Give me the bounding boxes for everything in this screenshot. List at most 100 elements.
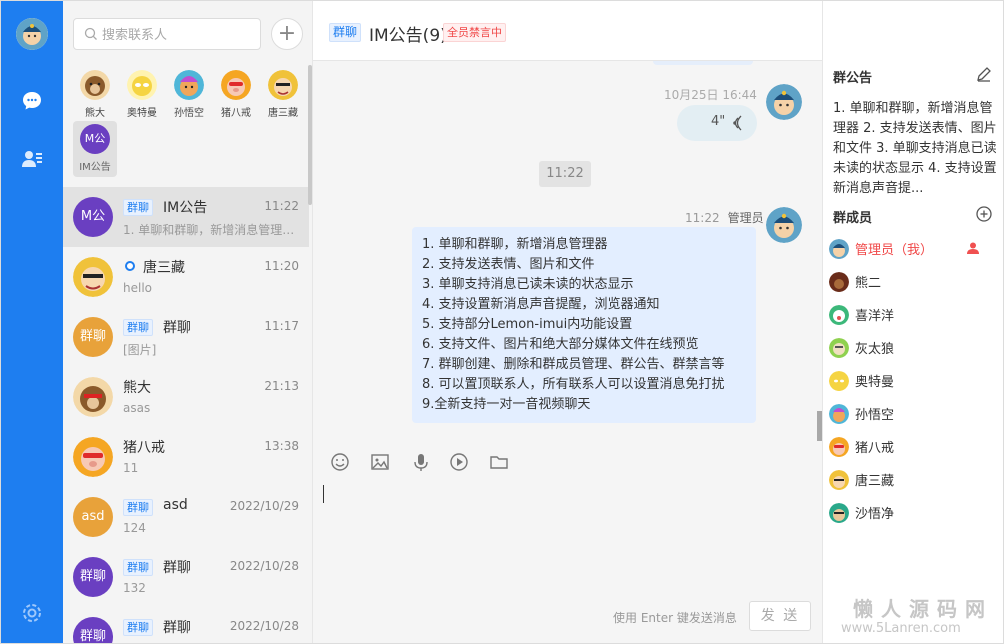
member-item[interactable]: 猪八戒: [829, 431, 1001, 461]
recent-contact-pig[interactable]: 猪八戒: [214, 67, 258, 123]
conversation-item[interactable]: 熊大 21:13 asas: [63, 367, 309, 427]
conversation-preview: asas: [123, 401, 151, 415]
member-item[interactable]: 喜洋洋: [829, 299, 1001, 329]
conversation-name: 群聊: [163, 620, 191, 636]
monkey-avatar: [174, 70, 204, 100]
microphone-icon[interactable]: [410, 451, 432, 473]
video-play-icon[interactable]: [448, 451, 470, 473]
voice-message[interactable]: 4": [677, 105, 757, 141]
member-name: 沙悟净: [855, 507, 895, 522]
message-line: 8. 可以置顶联系人，所有联系人可以设置消息免打扰: [422, 377, 725, 392]
chat-panel: 群聊 IM公告(9) 全员禁言中 10月25日 16:44 4" 11:22 1…: [313, 1, 980, 643]
recent-contact-bear[interactable]: 熊大: [73, 67, 117, 123]
conversation-preview: 124: [123, 521, 146, 535]
image-icon[interactable]: [369, 451, 391, 473]
text-caret: [323, 485, 324, 503]
conversation-item[interactable]: 群聊 群聊 群聊 2022/10/28: [63, 607, 309, 643]
conversation-avatar: asd: [73, 497, 113, 537]
owner-person-icon: [967, 242, 979, 254]
recent-contact-name: 熊大: [85, 108, 105, 119]
conversation-item[interactable]: 唐三藏 11:20 hello: [63, 247, 309, 307]
im-notice-avatar: M公: [80, 124, 110, 154]
message-line: 7. 群聊创建、删除和群成员管理、群公告、群禁言等: [422, 357, 725, 372]
wolf-avatar: [829, 338, 849, 358]
group-notice-text: 1. 单聊和群聊，新增消息管理器 2. 支持发送表情、图片和文件 3. 单聊支持…: [833, 101, 997, 196]
my-avatar[interactable]: [16, 18, 48, 50]
search-box[interactable]: [73, 18, 261, 50]
search-icon: [84, 27, 97, 40]
search-input[interactable]: [102, 25, 252, 45]
conversation-item[interactable]: 猪八戒 13:38 11: [63, 427, 309, 487]
settings-gear-icon[interactable]: [20, 601, 44, 625]
conversation-item[interactable]: 群聊 群聊 群聊 2022/10/28 132: [63, 547, 309, 607]
message-input[interactable]: [313, 481, 822, 591]
bear-avatar: [73, 377, 113, 417]
member-name: 唐三藏: [855, 474, 895, 489]
group-chat-tag: 群聊: [123, 319, 153, 336]
bear-avatar: [829, 272, 849, 292]
folder-icon[interactable]: [488, 451, 510, 473]
conversation-name: 唐三藏: [143, 260, 185, 276]
recent-contact-ultraman[interactable]: 奥特曼: [120, 67, 164, 123]
conversation-time: 11:20: [264, 259, 299, 273]
member-item[interactable]: 沙悟净: [829, 497, 1001, 527]
ultraman-avatar: [127, 70, 157, 100]
monkey-avatar: [829, 404, 849, 424]
contacts-scrollbar[interactable]: [308, 65, 312, 205]
member-item[interactable]: 管理员（我）: [829, 233, 1001, 263]
member-name: 管理员（我）: [855, 243, 934, 258]
member-item[interactable]: 熊二: [829, 266, 1001, 296]
text-message-bubble[interactable]: 1. 单聊和群聊，新增消息管理器 2. 支持发送表情、图片和文件 3. 单聊支持…: [412, 227, 756, 423]
recent-contact-im-notice[interactable]: M公 IM公告: [73, 121, 117, 177]
goat-avatar: [829, 305, 849, 325]
monk-avatar: [73, 257, 113, 297]
emoji-icon[interactable]: [329, 451, 351, 473]
group-chat-tag: 群聊: [123, 619, 153, 636]
conversation-name: 熊大: [123, 380, 151, 396]
conversation-item[interactable]: 群聊 群聊 群聊 11:17 [图片]: [63, 307, 309, 367]
contacts-icon[interactable]: [20, 147, 44, 171]
member-name: 孙悟空: [855, 408, 895, 423]
message-line: 5. 支持部分Lemon-imui内功能设置: [422, 317, 633, 332]
admin-avatar: [829, 239, 849, 259]
conversation-preview: [图片]: [123, 343, 157, 357]
left-nav-rail: [1, 1, 63, 643]
watermark-title: 懒人源码网: [853, 597, 993, 621]
recent-contact-name: 奥特曼: [127, 108, 157, 119]
conversation-name: 猪八戒: [123, 440, 165, 456]
message-area: 10月25日 16:44 4" 11:22 11:22 管理员 1. 单聊和群聊，…: [313, 61, 822, 441]
member-item[interactable]: 灰太狼: [829, 332, 1001, 362]
pencil-edit-icon[interactable]: [975, 65, 993, 83]
send-button[interactable]: 发 送: [749, 601, 811, 631]
conversation-item[interactable]: M公 群聊 IM公告 11:22 1. 单聊和群聊，新增消息管理器 2. 支持发…: [63, 187, 309, 247]
ultraman-avatar: [829, 371, 849, 391]
recent-contact-monk[interactable]: 唐三藏: [261, 67, 305, 123]
chat-bubble-icon[interactable]: [20, 89, 44, 113]
message-line: 1. 单聊和群聊，新增消息管理器: [422, 237, 608, 252]
im-app-window: + 熊大 奥特曼 孙悟空 猪八戒 唐三藏 M公: [0, 0, 1004, 644]
admin-avatar[interactable]: [766, 84, 802, 120]
mute-all-badge: 全员禁言中: [443, 23, 506, 42]
member-name: 熊二: [855, 276, 882, 291]
add-contact-button[interactable]: +: [271, 18, 303, 50]
conversation-name: IM公告: [163, 200, 208, 216]
conversation-preview: hello: [123, 281, 152, 295]
admin-avatar[interactable]: [766, 207, 802, 243]
sha-avatar: [829, 503, 849, 523]
add-member-icon[interactable]: [975, 205, 993, 223]
message-line: 6. 支持文件、图片和绝大部分媒体文件在线预览: [422, 337, 699, 352]
member-item[interactable]: 奥特曼: [829, 365, 1001, 395]
member-item[interactable]: 唐三藏: [829, 464, 1001, 494]
side-scrollbar[interactable]: [817, 411, 822, 441]
group-chat-tag: 群聊: [123, 559, 153, 576]
member-item[interactable]: 孙悟空: [829, 398, 1001, 428]
message-time: 10月25日 16:44: [664, 88, 757, 102]
message-meta: 11:22 管理员: [685, 209, 764, 226]
recent-contact-name: 孙悟空: [174, 108, 204, 119]
voice-duration: 4": [711, 114, 726, 129]
conversation-item[interactable]: asd 群聊 asd 2022/10/29 124: [63, 487, 309, 547]
message-line: 4. 支持设置新消息声音提醒，浏览器通知: [422, 297, 660, 312]
recent-contact-monkey[interactable]: 孙悟空: [167, 67, 211, 123]
message-time: 11:22: [685, 211, 720, 225]
recent-contact-name: 猪八戒: [221, 108, 251, 119]
